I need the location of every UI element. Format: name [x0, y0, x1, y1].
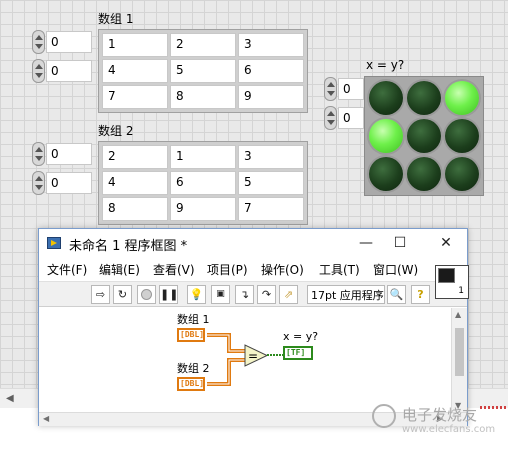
scroll-up-icon[interactable]: ▲	[455, 310, 461, 319]
array1-cell[interactable]: 2	[170, 33, 236, 57]
array2-cell[interactable]: 5	[238, 171, 304, 195]
array2-cell[interactable]: 3	[238, 145, 304, 169]
array1-cell[interactable]: 3	[238, 33, 304, 57]
array2-cell[interactable]: 4	[102, 171, 168, 195]
vi-icon	[438, 268, 455, 283]
close-button[interactable]: ✕	[431, 233, 461, 253]
scroll-left-icon[interactable]: ◀	[43, 414, 49, 423]
step-over-icon[interactable]: ↷	[257, 285, 276, 304]
run-arrow-icon[interactable]: ⇨	[91, 285, 110, 304]
block-diagram-window: 未命名 1 程序框图 * — ☐ ✕ 文件(F) 编辑(E) 查看(V) 项目(…	[38, 228, 469, 426]
led-indicator	[369, 157, 403, 191]
connector-pane-number: 1	[458, 286, 464, 296]
search-icon[interactable]: 🔍	[387, 285, 406, 304]
led-col-index[interactable]: 0	[324, 106, 364, 130]
help-icon[interactable]: ?	[411, 285, 430, 304]
led-indicator	[407, 119, 441, 153]
array2-cell[interactable]: 6	[170, 171, 236, 195]
window-title: 未命名 1 程序框图 *	[69, 239, 188, 254]
menu-file[interactable]: 文件(F)	[47, 261, 87, 278]
menu-view[interactable]: 查看(V)	[153, 261, 195, 278]
array1-cell[interactable]: 7	[102, 85, 168, 109]
toolbar: ⇨ ↻ ❚❚ 💡 ▣ ↴ ↷ ⇗ 17pt 应用程序字体 🔍 ?	[39, 281, 467, 307]
led-row-spinner[interactable]	[324, 77, 337, 101]
led-indicator	[407, 157, 441, 191]
array2-grid: 2 1 3 4 6 5 8 9 7	[98, 141, 308, 225]
array1-col-index[interactable]: 0	[32, 59, 92, 83]
array1-row-index[interactable]: 0	[32, 30, 92, 54]
led-indicator	[369, 119, 403, 153]
array1-row-index-value[interactable]: 0	[46, 31, 92, 53]
array2-cell[interactable]: 7	[238, 197, 304, 221]
watermark-logo-icon	[372, 404, 396, 428]
array1-cell[interactable]: 6	[238, 59, 304, 83]
array1-row-spinner[interactable]	[32, 30, 45, 54]
array2-row-spinner[interactable]	[32, 142, 45, 166]
equal-symbol: =	[248, 349, 258, 363]
array2-col-index[interactable]: 0	[32, 171, 92, 195]
array2-wire	[207, 358, 245, 386]
led-array-label: x = y?	[366, 58, 405, 72]
array1-col-index-value[interactable]: 0	[46, 60, 92, 82]
font-select[interactable]: 17pt 应用程序字体	[307, 285, 385, 304]
array1-cell[interactable]: 4	[102, 59, 168, 83]
run-continuous-icon[interactable]: ↻	[113, 285, 132, 304]
menu-edit[interactable]: 编辑(E)	[99, 261, 140, 278]
menu-bar: 文件(F) 编辑(E) 查看(V) 项目(P) 操作(O) 工具(T) 窗口(W…	[39, 257, 467, 281]
labview-app-icon	[47, 237, 61, 249]
step-into-icon[interactable]: ↴	[235, 285, 254, 304]
title-bar[interactable]: 未命名 1 程序框图 * — ☐ ✕	[39, 229, 467, 257]
highlight-execution-icon[interactable]: 💡	[187, 285, 206, 304]
led-row-index-value[interactable]: 0	[338, 78, 364, 100]
scroll-left-icon[interactable]: ◀	[6, 393, 14, 404]
wires: =	[207, 333, 283, 386]
decorative-line	[480, 406, 506, 409]
menu-operate[interactable]: 操作(O)	[261, 261, 304, 278]
array2-label: 数组 2	[98, 124, 134, 138]
array1-cell[interactable]: 9	[238, 85, 304, 109]
led-indicator	[445, 81, 479, 115]
abort-icon[interactable]	[137, 285, 156, 304]
array2-cell[interactable]: 9	[170, 197, 236, 221]
watermark-text: 电子发烧友	[402, 406, 478, 424]
vertical-scroll-thumb[interactable]	[455, 328, 464, 376]
led-array-grid	[364, 76, 484, 196]
array2-col-index-value[interactable]: 0	[46, 172, 92, 194]
diagram-canvas[interactable]: 数组 1 [DBL] 数组 2 [DBL] x = y? [TF] =	[39, 308, 451, 412]
array2-cell[interactable]: 1	[170, 145, 236, 169]
array2-cell[interactable]: 2	[102, 145, 168, 169]
led-indicator	[445, 157, 479, 191]
connector-pane-icon[interactable]: 1	[435, 265, 469, 299]
watermark-sub: www.elecfans.com	[402, 424, 496, 435]
array1-cell[interactable]: 5	[170, 59, 236, 83]
led-indicator	[369, 81, 403, 115]
array1-label: 数组 1	[98, 12, 134, 26]
array2-row-index-value[interactable]: 0	[46, 143, 92, 165]
menu-window[interactable]: 窗口(W)	[373, 261, 418, 278]
array1-wire	[207, 333, 245, 353]
step-out-icon[interactable]: ⇗	[279, 285, 298, 304]
maximize-button[interactable]: ☐	[385, 233, 415, 253]
array1-cell[interactable]: 8	[170, 85, 236, 109]
led-col-index-value[interactable]: 0	[338, 107, 364, 129]
led-indicator	[445, 119, 479, 153]
array2-col-spinner[interactable]	[32, 171, 45, 195]
led-indicator	[407, 81, 441, 115]
menu-project[interactable]: 项目(P)	[207, 261, 248, 278]
menu-tools[interactable]: 工具(T)	[319, 261, 360, 278]
retain-wire-values-icon[interactable]: ▣	[211, 285, 230, 304]
led-row-index[interactable]: 0	[324, 77, 364, 101]
array1-grid: 1 2 3 4 5 6 7 8 9	[98, 29, 308, 113]
minimize-button[interactable]: —	[351, 233, 381, 253]
led-col-spinner[interactable]	[324, 106, 337, 130]
array1-col-spinner[interactable]	[32, 59, 45, 83]
array2-row-index[interactable]: 0	[32, 142, 92, 166]
pause-icon[interactable]: ❚❚	[159, 285, 178, 304]
array1-cell[interactable]: 1	[102, 33, 168, 57]
diagram-vertical-scrollbar[interactable]: ▲ ▼	[451, 308, 467, 412]
array2-cell[interactable]: 8	[102, 197, 168, 221]
